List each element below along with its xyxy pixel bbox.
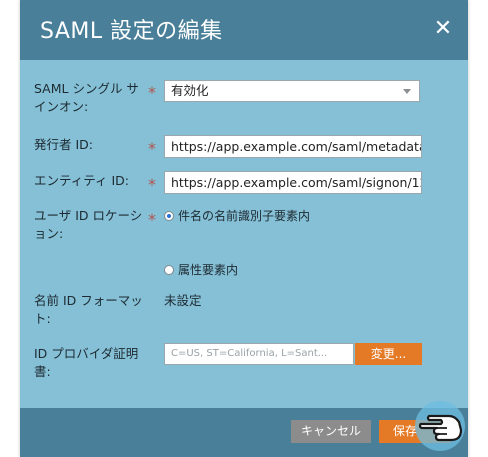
idp-certificate-label: ID プロバイダ証明書: [34, 346, 139, 379]
hand-pointer-icon [419, 414, 463, 442]
close-icon[interactable]: ✕ [430, 16, 456, 42]
single-signon-label: SAML シングル サインオン: [34, 81, 139, 114]
issuer-id-label: 発行者 ID: [34, 137, 93, 152]
idp-certificate-field: C=US, ST=California, L=Sant... [164, 343, 354, 365]
required-mark: * [148, 83, 156, 102]
required-mark: * [148, 175, 156, 194]
required-mark: * [148, 210, 156, 229]
dialog-footer: キャンセル 保存 [20, 408, 468, 457]
cancel-button[interactable]: キャンセル [291, 420, 371, 443]
name-id-format-label: 名前 ID フォーマット: [34, 293, 143, 326]
radio-label: 件名の名前識別子要素内 [178, 209, 311, 223]
dialog-title: SAML 設定の編集 [40, 19, 223, 44]
radio-selected-icon[interactable] [164, 211, 174, 221]
radio-unselected-icon[interactable] [164, 265, 174, 275]
chevron-down-icon [403, 89, 411, 94]
entity-id-label: エンティティ ID: [34, 173, 129, 188]
user-id-location-label: ユーザ ID ロケーション: [34, 208, 143, 241]
entity-id-input[interactable]: https://app.example.com/saml/signon/12 [164, 171, 422, 194]
single-signon-value: 有効化 [171, 83, 209, 98]
single-signon-select[interactable]: 有効化 [164, 80, 420, 102]
issuer-id-input[interactable]: https://app.example.com/saml/metadata [164, 135, 422, 158]
dialog-header: SAML 設定の編集 ✕ [20, 0, 468, 60]
radio-attribute-element[interactable]: 属性要素内 [164, 262, 238, 278]
radio-label: 属性要素内 [178, 263, 239, 277]
change-certificate-button[interactable]: 変更... [355, 343, 422, 365]
required-mark: * [148, 139, 156, 158]
name-id-format-value: 未設定 [164, 293, 202, 308]
saml-settings-dialog: SAML 設定の編集 ✕ SAML シングル サインオン: * 有効化 発行者 … [20, 0, 468, 457]
radio-subject-name-id[interactable]: 件名の名前識別子要素内 [164, 208, 310, 224]
